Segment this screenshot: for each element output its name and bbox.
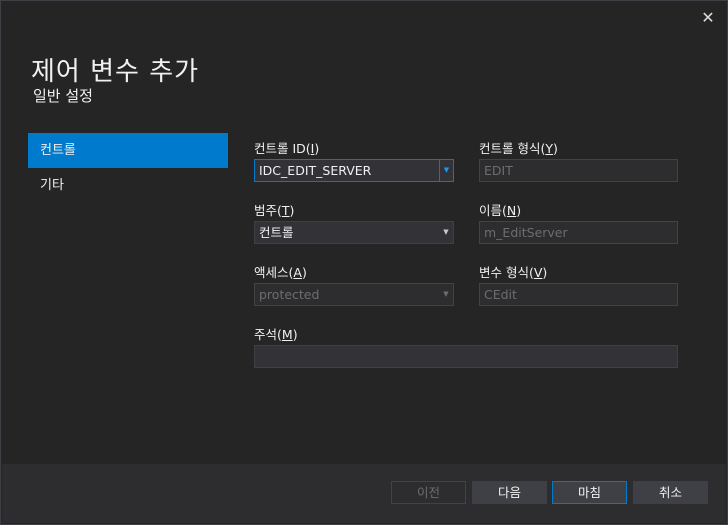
comment-input[interactable] bbox=[254, 345, 678, 368]
chevron-down-icon[interactable]: ▼ bbox=[439, 222, 453, 243]
finish-button[interactable]: 마침 bbox=[552, 481, 627, 504]
access-value: protected bbox=[259, 287, 320, 302]
chevron-down-icon: ▼ bbox=[443, 290, 449, 298]
variable-type-field: CEdit bbox=[479, 283, 678, 306]
dialog-footer: 이전 다음 마침 취소 bbox=[2, 464, 726, 523]
access-combobox: protected ▼ bbox=[254, 283, 454, 306]
next-button[interactable]: 다음 bbox=[472, 481, 547, 504]
control-id-combobox[interactable]: IDC_EDIT_SERVER ▼ bbox=[254, 159, 454, 182]
control-id-value: IDC_EDIT_SERVER bbox=[259, 163, 372, 178]
variable-type-value: CEdit bbox=[484, 287, 517, 302]
comment-label: 주석(M) bbox=[254, 327, 298, 342]
add-control-variable-dialog: ✕ 제어 변수 추가 일반 설정 컨트롤 기타 컨트롤 ID(I) IDC_ED… bbox=[0, 0, 728, 525]
cancel-button[interactable]: 취소 bbox=[633, 481, 708, 504]
settings-nav: 컨트롤 기타 bbox=[28, 133, 228, 203]
close-icon[interactable]: ✕ bbox=[697, 7, 719, 29]
control-type-label: 컨트롤 형식(Y) bbox=[479, 141, 558, 156]
nav-item-misc[interactable]: 기타 bbox=[28, 168, 228, 203]
name-label: 이름(N) bbox=[479, 203, 522, 218]
variable-type-label: 변수 형식(V) bbox=[479, 265, 548, 280]
control-id-label: 컨트롤 ID(I) bbox=[254, 141, 320, 156]
category-label: 범주(T) bbox=[254, 203, 295, 218]
nav-item-control[interactable]: 컨트롤 bbox=[28, 133, 228, 168]
control-type-field: EDIT bbox=[479, 159, 678, 182]
category-value: 컨트롤 bbox=[259, 225, 294, 240]
dialog-subtitle: 일반 설정 bbox=[33, 87, 93, 105]
chevron-down-icon[interactable]: ▼ bbox=[439, 160, 453, 181]
category-combobox[interactable]: 컨트롤 ▼ bbox=[254, 221, 454, 244]
name-value: m_EditServer bbox=[484, 225, 568, 240]
control-type-value: EDIT bbox=[484, 163, 513, 178]
prev-button: 이전 bbox=[391, 481, 466, 504]
dialog-title: 제어 변수 추가 bbox=[31, 57, 200, 87]
access-label: 액세스(A) bbox=[254, 265, 307, 280]
name-field: m_EditServer bbox=[479, 221, 678, 244]
